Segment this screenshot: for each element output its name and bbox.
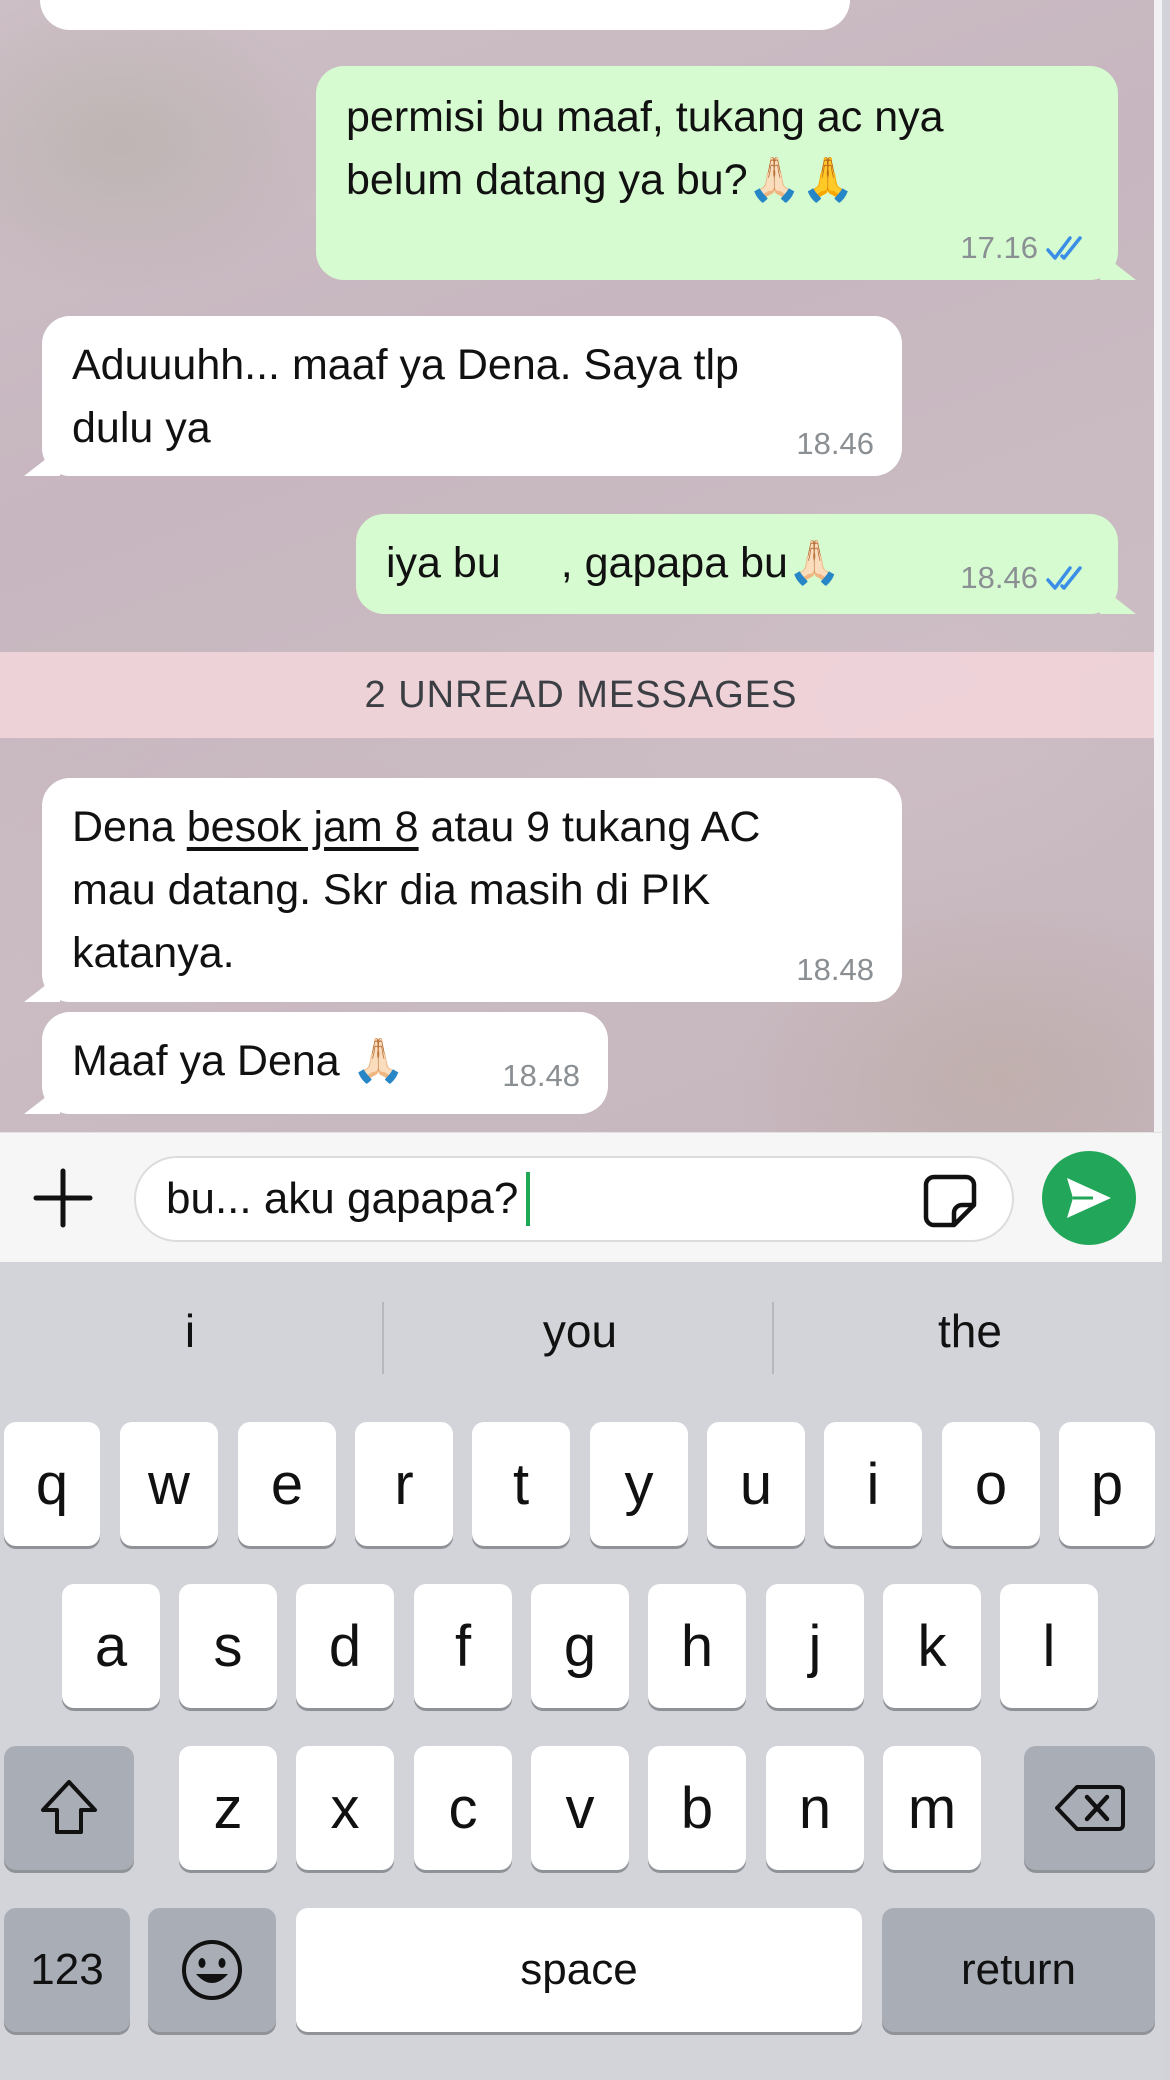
space-key[interactable]: space [296, 1908, 862, 2032]
key-t[interactable]: t [472, 1422, 570, 1546]
emoji-icon [182, 1940, 242, 2000]
unread-messages-banner: 2 UNREAD MESSAGES [0, 652, 1162, 738]
key-m[interactable]: m [883, 1746, 981, 1870]
message-meta: 18.48 [502, 1058, 580, 1094]
key-h[interactable]: h [648, 1584, 746, 1708]
message-bubble-incoming[interactable]: Aduuuhh... maaf ya Dena. Saya tlp dulu y… [42, 316, 902, 476]
message-text: katanya. [72, 929, 235, 977]
message-meta: 18.46 [960, 560, 1090, 596]
message-meta: 17.16 [960, 230, 1090, 266]
chat-area[interactable]: permisi bu maaf, tukang ac nya belum dat… [0, 0, 1162, 1132]
suggestion-the[interactable]: the [780, 1304, 1160, 1358]
message-text: Aduuuhh... maaf ya Dena. Saya tlp [72, 341, 739, 389]
previous-message-bubble [40, 0, 850, 30]
message-text: , gapapa bu🙏🏻 [560, 539, 842, 587]
suggestion-i[interactable]: i [0, 1304, 380, 1358]
key-x[interactable]: x [296, 1746, 394, 1870]
double-check-icon [1046, 236, 1082, 260]
message-time: 18.48 [502, 1058, 580, 1093]
key-k[interactable]: k [883, 1584, 981, 1708]
key-v[interactable]: v [531, 1746, 629, 1870]
key-q[interactable]: q [4, 1422, 100, 1546]
key-g[interactable]: g [531, 1584, 629, 1708]
return-key[interactable]: return [882, 1908, 1155, 2032]
send-icon [1067, 1178, 1111, 1218]
message-time: 18.48 [796, 952, 874, 987]
suggestion-divider [772, 1302, 774, 1374]
message-text: permisi bu maaf, tukang ac nya [346, 93, 944, 141]
message-text: Dena besok jam 8 atau 9 tukang AC [72, 796, 872, 859]
message-text: dulu ya [72, 404, 211, 452]
key-w[interactable]: w [120, 1422, 218, 1546]
key-l[interactable]: l [1000, 1584, 1098, 1708]
key-b[interactable]: b [648, 1746, 746, 1870]
message-bubble-incoming[interactable]: Dena besok jam 8 atau 9 tukang AC mau da… [42, 778, 902, 1002]
suggestion-you[interactable]: you [390, 1304, 770, 1358]
message-bubble-outgoing[interactable]: permisi bu maaf, tukang ac nya belum dat… [316, 66, 1118, 280]
key-r[interactable]: r [355, 1422, 453, 1546]
key-y[interactable]: y [590, 1422, 688, 1546]
message-bubble-outgoing[interactable]: iya bu , gapapa bu🙏🏻 18.46 [356, 514, 1118, 614]
double-check-icon [1046, 566, 1082, 590]
text-caret [526, 1172, 531, 1226]
key-j[interactable]: j [766, 1584, 864, 1708]
message-text: iya bu [386, 539, 501, 587]
message-time: 18.46 [796, 426, 874, 461]
key-i[interactable]: i [824, 1422, 922, 1546]
numbers-key[interactable]: 123 [4, 1908, 130, 2032]
message-meta: 18.48 [796, 952, 874, 988]
keyboard: i you the q w e r t y u i o p a s d f g … [0, 1262, 1162, 2080]
key-f[interactable]: f [414, 1584, 512, 1708]
attach-button[interactable] [28, 1163, 98, 1233]
key-a[interactable]: a [62, 1584, 160, 1708]
predictive-bar: i you the [0, 1262, 1162, 1412]
message-text-part: Dena [72, 803, 187, 851]
suggestion-divider [382, 1302, 384, 1374]
message-bubble-incoming[interactable]: Maaf ya Dena 🙏🏻 18.48 [42, 1012, 608, 1114]
message-text: belum datang ya bu?🙏🏻🙏 [346, 156, 855, 204]
shift-icon [41, 1780, 97, 1834]
key-s[interactable]: s [179, 1584, 277, 1708]
backspace-icon [1054, 1785, 1125, 1831]
message-input-bar: bu... aku gapapa? [0, 1132, 1162, 1262]
key-o[interactable]: o [942, 1422, 1040, 1546]
message-text: Maaf ya Dena 🙏🏻 [72, 1037, 406, 1085]
send-button[interactable] [1042, 1151, 1136, 1245]
scrollbar[interactable] [1154, 0, 1162, 1132]
backspace-key[interactable] [1024, 1746, 1155, 1870]
key-u[interactable]: u [707, 1422, 805, 1546]
key-e[interactable]: e [238, 1422, 336, 1546]
key-c[interactable]: c [414, 1746, 512, 1870]
message-time: 17.16 [960, 230, 1038, 265]
message-text: mau datang. Skr dia masih di PIK [72, 866, 711, 914]
shift-key[interactable] [4, 1746, 134, 1870]
sticker-icon[interactable] [920, 1171, 980, 1231]
date-link[interactable]: besok jam 8 [187, 803, 419, 851]
key-n[interactable]: n [766, 1746, 864, 1870]
message-text-part: atau 9 tukang AC [418, 803, 761, 851]
plus-icon [33, 1168, 93, 1228]
key-p[interactable]: p [1059, 1422, 1155, 1546]
message-input[interactable]: bu... aku gapapa? [134, 1156, 1014, 1242]
message-time: 18.46 [960, 560, 1038, 595]
emoji-key[interactable] [148, 1908, 276, 2032]
key-d[interactable]: d [296, 1584, 394, 1708]
message-meta: 18.46 [796, 426, 874, 462]
key-z[interactable]: z [179, 1746, 277, 1870]
message-input-value: bu... aku gapapa? [166, 1174, 519, 1223]
